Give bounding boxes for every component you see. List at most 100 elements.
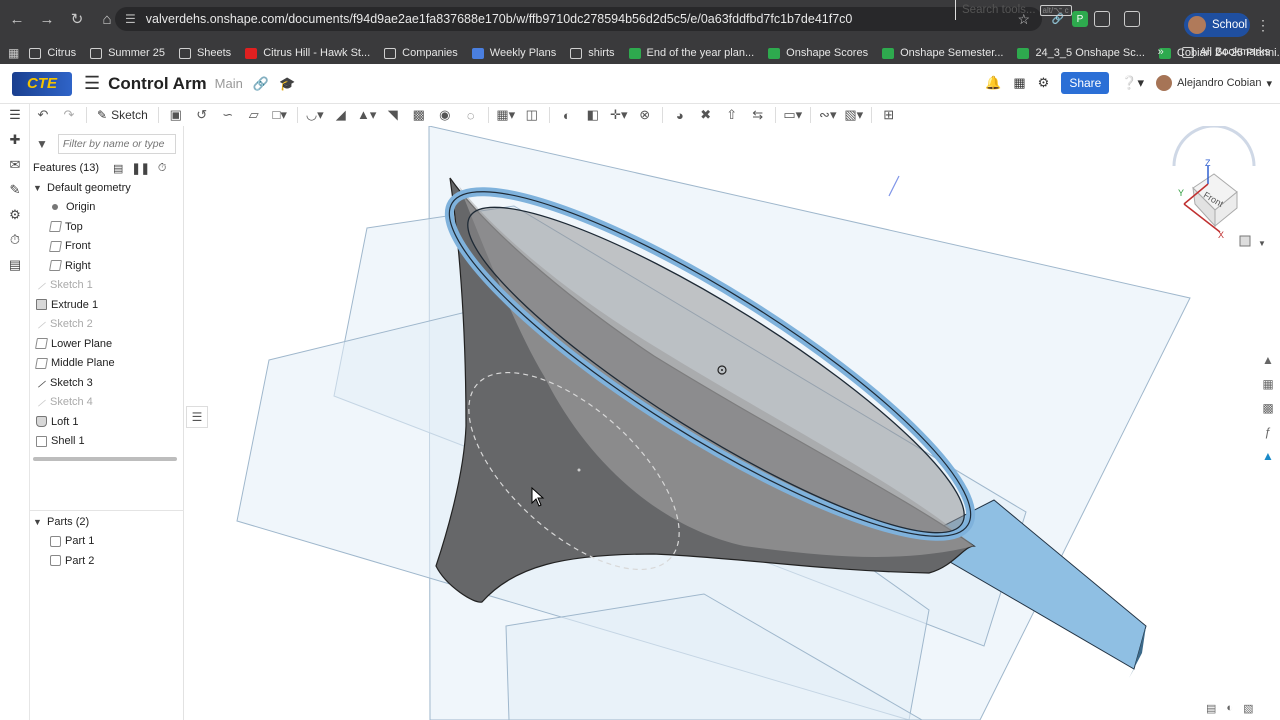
- filter-input[interactable]: [57, 134, 176, 154]
- hole-icon[interactable]: ◉: [437, 107, 453, 123]
- measure-icon[interactable]: ▧: [1243, 702, 1253, 715]
- browser-menu-icon[interactable]: ⋮: [1256, 17, 1270, 34]
- tree-item-right[interactable]: Right: [30, 256, 184, 276]
- user-menu[interactable]: Alejandro Cobian ▾: [1156, 75, 1272, 91]
- more-bookmarks-icon[interactable]: »: [1158, 46, 1164, 58]
- chevron-down-icon[interactable]: ▼: [33, 183, 43, 193]
- delete-face-icon[interactable]: ✖: [698, 107, 714, 123]
- sketch-button[interactable]: ✎ Sketch: [91, 108, 154, 122]
- sweep-icon[interactable]: ∽: [220, 107, 236, 123]
- bookmark-item[interactable]: shirts: [570, 47, 615, 59]
- bookmark-item[interactable]: End of the year plan...: [628, 47, 754, 59]
- menu-icon[interactable]: ☰: [84, 73, 100, 94]
- bookmark-item[interactable]: Sheets: [178, 47, 231, 59]
- tab-search-icon[interactable]: [1124, 11, 1140, 27]
- green-extension-icon[interactable]: P: [1072, 11, 1088, 27]
- chamfer-icon[interactable]: ◢: [333, 107, 349, 123]
- split-icon[interactable]: ◧: [585, 107, 601, 123]
- tree-item-sketch-4[interactable]: Sketch 4: [30, 393, 184, 413]
- bookmark-item[interactable]: Summer 25: [90, 47, 165, 59]
- tree-item-shell-1[interactable]: Shell 1: [30, 432, 184, 452]
- forward-arrow-icon[interactable]: →: [34, 6, 60, 32]
- rollback-pause-icon[interactable]: ❚❚: [131, 162, 149, 175]
- rib-icon[interactable]: ◥: [385, 107, 401, 123]
- extension-icon[interactable]: [1094, 11, 1110, 27]
- search-tools[interactable]: Search tools... alt/⌥ c: [955, 0, 1073, 20]
- variables-icon[interactable]: ✚: [7, 132, 23, 148]
- all-bookmarks[interactable]: All Bookmarks: [1181, 46, 1270, 58]
- learning-icon[interactable]: ⚙: [1038, 75, 1050, 91]
- apps-icon[interactable]: ▦: [1013, 75, 1025, 91]
- configurations-icon[interactable]: ⚙: [7, 207, 23, 223]
- chevron-down-icon[interactable]: ▼: [1258, 239, 1266, 248]
- bookmark-item[interactable]: Weekly Plans: [471, 47, 556, 59]
- tree-item-extrude-1[interactable]: Extrude 1: [30, 295, 184, 315]
- replace-face-icon[interactable]: ⇆: [750, 107, 766, 123]
- move-face-icon[interactable]: ⇧: [724, 107, 740, 123]
- back-arrow-icon[interactable]: ←: [4, 6, 30, 32]
- tree-item-origin[interactable]: Origin: [30, 198, 184, 218]
- profile-chip[interactable]: School: [1184, 13, 1250, 37]
- tree-item-top[interactable]: Top: [30, 217, 184, 237]
- feature-list-toggle[interactable]: ☰: [186, 406, 208, 428]
- parts-list-icon[interactable]: ▤: [7, 257, 23, 273]
- view-cube[interactable]: Z Y X Front: [1172, 126, 1256, 240]
- bookmark-item[interactable]: Citrus Hill - Hawk St...: [245, 47, 370, 59]
- model-view[interactable]: Z Y X Front ▼: [184, 126, 1280, 720]
- plane-icon[interactable]: ▭▾: [783, 107, 802, 123]
- pattern-icon[interactable]: ▦▾: [496, 107, 515, 123]
- tree-item-sketch-3[interactable]: Sketch 3: [30, 373, 184, 393]
- modify-fillet-icon[interactable]: ◕: [672, 107, 688, 123]
- parts-panel-icon[interactable]: ▦: [1260, 376, 1276, 392]
- branch-label[interactable]: Main: [215, 76, 243, 91]
- reload-icon[interactable]: ↻: [64, 6, 90, 32]
- bookmark-item[interactable]: Citrus: [29, 47, 76, 59]
- add-custom-feature-icon[interactable]: ⊞: [881, 107, 897, 123]
- tree-group-default-geometry[interactable]: ▼ Default geometry: [30, 178, 184, 198]
- part-item[interactable]: Part 1: [30, 532, 184, 552]
- draft-icon[interactable]: ▲▾: [357, 107, 376, 123]
- fillet-icon[interactable]: ◡▾: [306, 107, 324, 123]
- classroom-icon[interactable]: 🎓: [279, 76, 295, 92]
- bookmark-item[interactable]: Onshape Scores: [768, 47, 868, 59]
- feature-list-icon[interactable]: ☰: [7, 107, 23, 123]
- section-view-icon[interactable]: ▤: [1206, 702, 1216, 715]
- surface-icon[interactable]: ▧▾: [844, 107, 863, 123]
- notifications-icon[interactable]: 🔔: [985, 75, 1001, 91]
- mate-panel-icon[interactable]: ▩: [1260, 400, 1276, 416]
- thicken-icon[interactable]: □▾: [272, 107, 288, 123]
- part-item[interactable]: Part 2: [30, 551, 184, 571]
- comments-icon[interactable]: ✉: [7, 157, 23, 173]
- loft-icon[interactable]: ▱: [246, 107, 262, 123]
- delete-part-icon[interactable]: ⊗: [637, 107, 653, 123]
- help-icon[interactable]: ❔▾: [1121, 75, 1144, 91]
- rollback-bar[interactable]: [33, 457, 177, 461]
- url-bar[interactable]: ☰ valverdehs.onshape.com/documents/f94d9…: [115, 7, 1042, 31]
- tree-item-sketch-2[interactable]: Sketch 2: [30, 315, 184, 335]
- chevron-down-icon[interactable]: ▼: [33, 517, 43, 527]
- bookmark-item[interactable]: Companies: [384, 47, 458, 59]
- shell-icon[interactable]: ▩: [411, 107, 427, 123]
- document-title[interactable]: Control Arm: [108, 74, 207, 94]
- tree-item-front[interactable]: Front: [30, 237, 184, 257]
- mirror-icon[interactable]: ◫: [524, 107, 540, 123]
- share-button[interactable]: Share: [1061, 72, 1110, 94]
- timer-icon[interactable]: ⏱: [158, 162, 167, 175]
- graphics-viewport[interactable]: Z Y X Front ▼: [184, 126, 1280, 720]
- appearance-icon[interactable]: ✎: [7, 182, 23, 198]
- variables-panel-icon[interactable]: ƒ: [1260, 424, 1276, 440]
- revolve-icon[interactable]: ↺: [194, 107, 210, 123]
- extrude-icon[interactable]: ▣: [168, 107, 184, 123]
- thread-icon[interactable]: ◌: [463, 107, 479, 123]
- boolean-icon[interactable]: ◐: [559, 107, 575, 123]
- redo-icon[interactable]: ↷: [61, 107, 77, 123]
- bookmark-item[interactable]: Onshape Semester...: [882, 47, 1003, 59]
- app-store-icon[interactable]: ▲: [1260, 448, 1276, 464]
- tree-item-loft-1[interactable]: Loft 1: [30, 412, 184, 432]
- parts-header[interactable]: ▼ Parts (2): [30, 512, 184, 532]
- tree-item-sketch-1[interactable]: Sketch 1: [30, 276, 184, 296]
- new-folder-icon[interactable]: ▤: [113, 162, 123, 175]
- site-info-icon[interactable]: ☰: [125, 12, 136, 26]
- bookmark-item[interactable]: 24_3_5 Onshape Sc...: [1017, 47, 1145, 59]
- transform-icon[interactable]: ✛▾: [610, 107, 627, 123]
